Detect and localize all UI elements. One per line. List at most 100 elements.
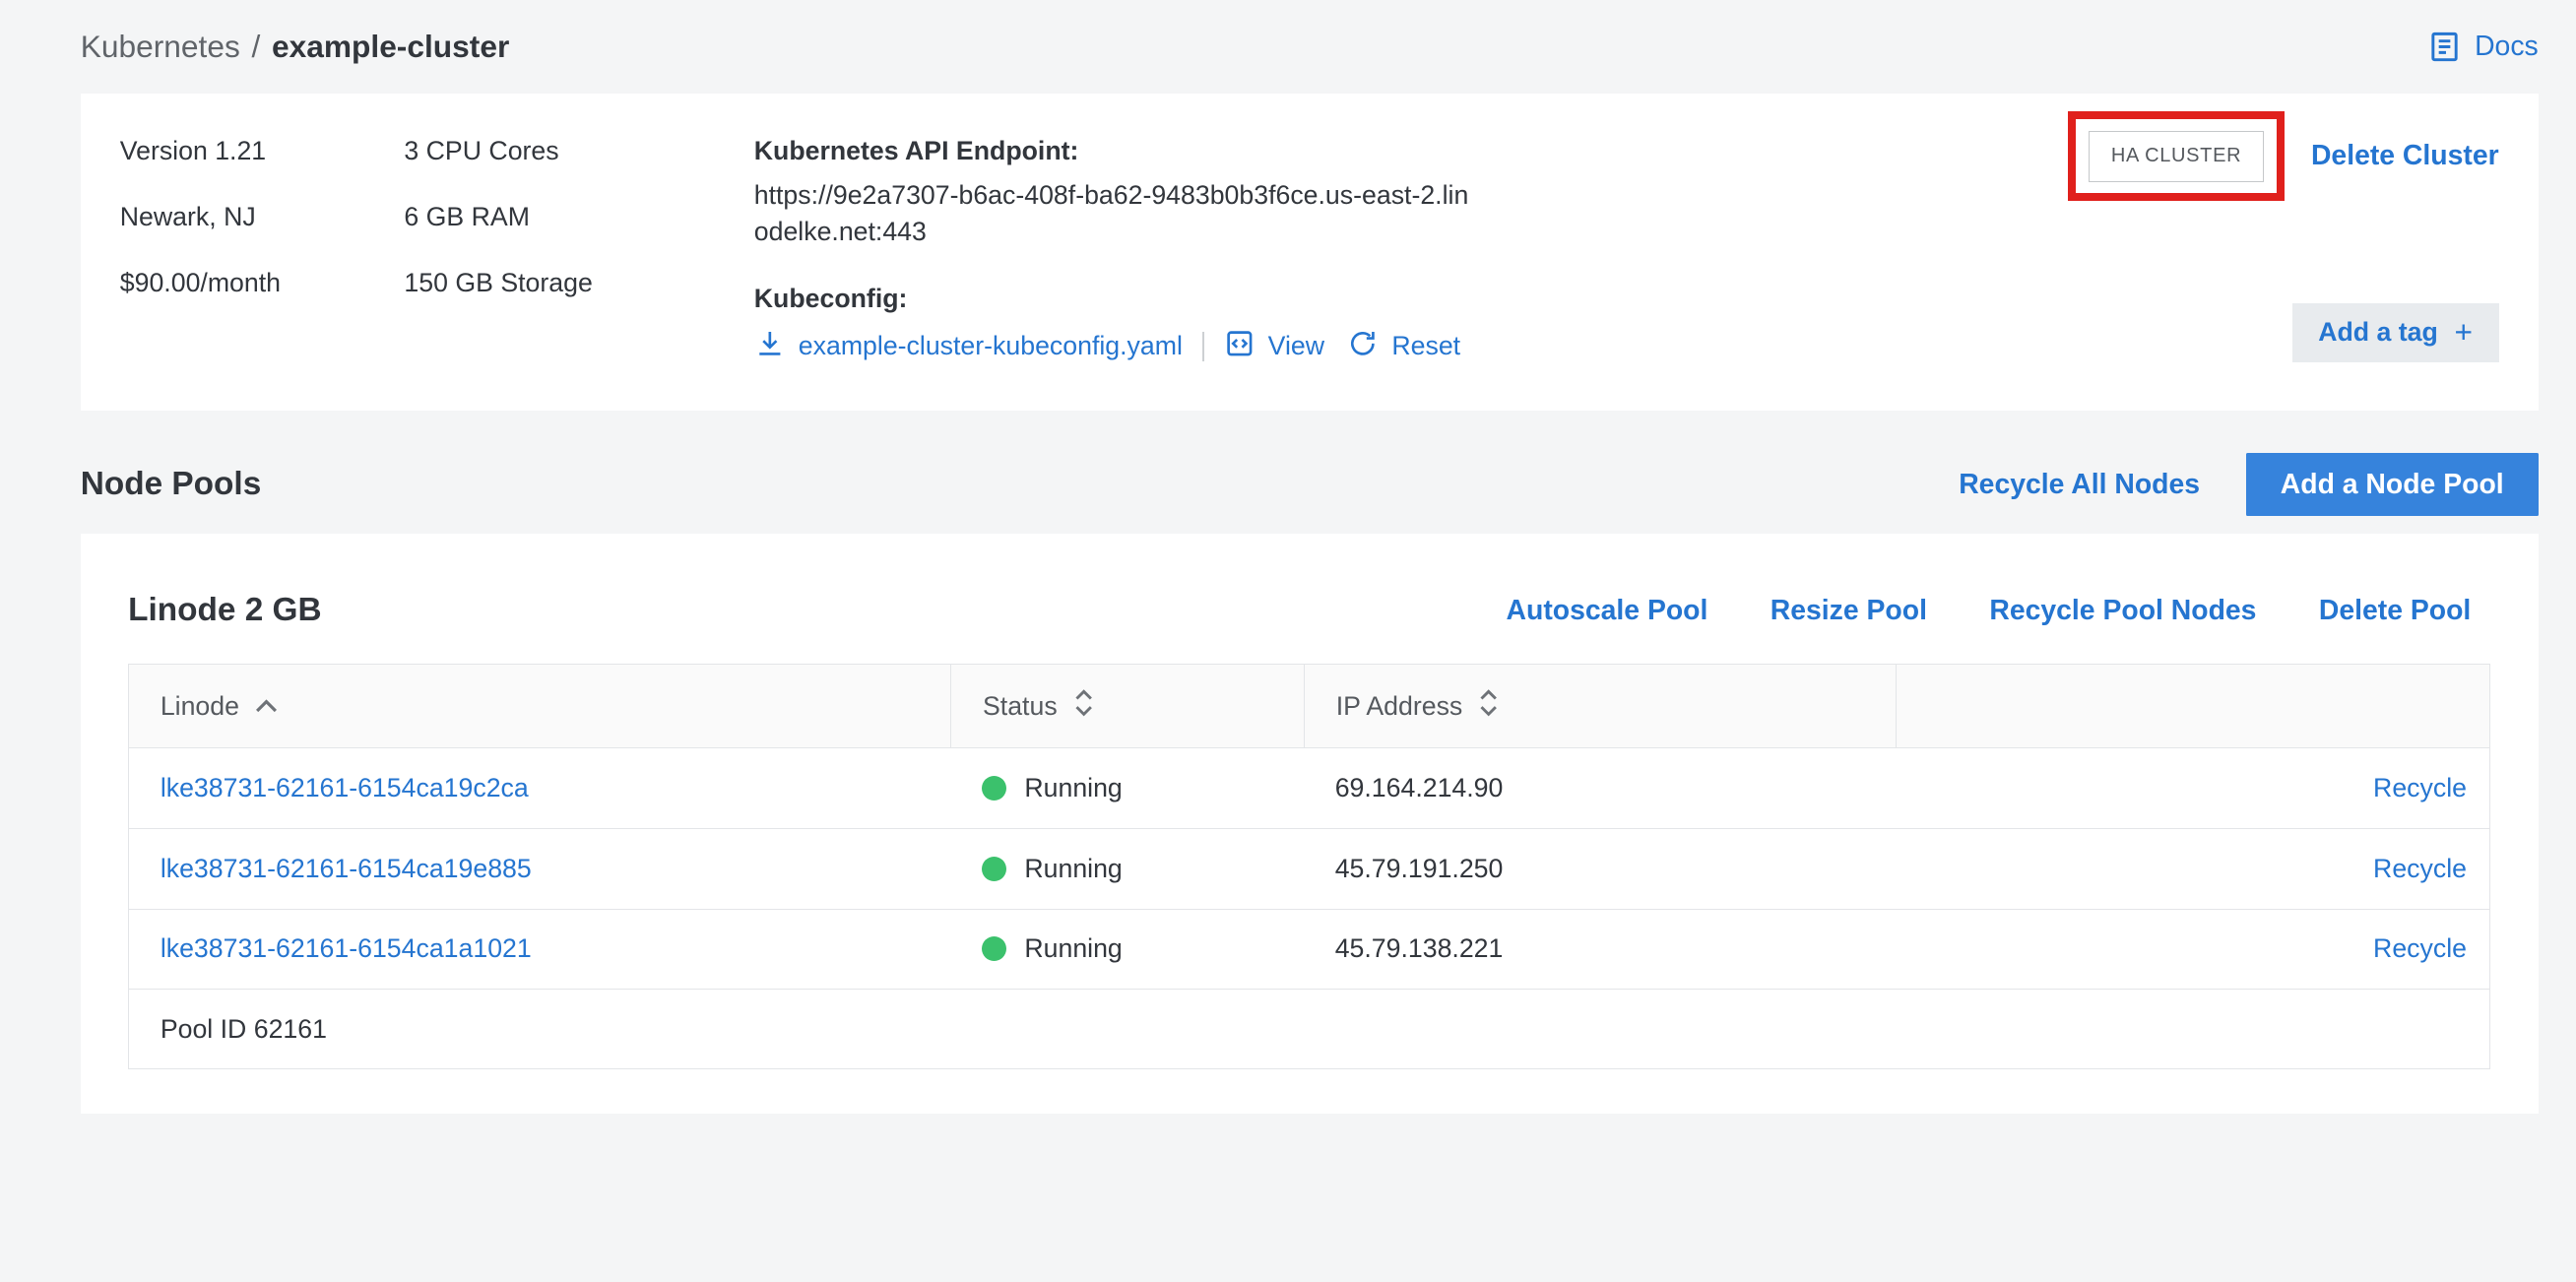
cluster-ram: 6 GB RAM <box>404 199 753 235</box>
recycle-pool-nodes-link[interactable]: Recycle Pool Nodes <box>1989 595 2256 627</box>
kubeconfig-filename: example-cluster-kubeconfig.yaml <box>799 331 1183 361</box>
sort-both-icon <box>1072 687 1095 726</box>
tag-actions: Add a tag + <box>2292 303 2499 362</box>
pool-table-body: lke38731-62161-6154ca19c2ca Running 69.1… <box>129 748 2489 990</box>
status-running-dot-icon <box>982 936 1006 961</box>
status-running-dot-icon <box>982 857 1006 881</box>
docs-link[interactable]: Docs <box>2427 30 2539 64</box>
sort-asc-icon <box>254 691 279 722</box>
pool-header: Linode 2 GB Autoscale Pool Resize Pool R… <box>128 588 2490 634</box>
status-label: Running <box>1024 854 1122 884</box>
view-label: View <box>1268 331 1324 361</box>
breadcrumb-section-kubernetes[interactable]: Kubernetes <box>81 29 240 64</box>
kubeconfig-actions: example-cluster-kubeconfig.yaml View <box>754 327 1526 366</box>
status-label: Running <box>1024 773 1122 803</box>
plus-icon: + <box>2454 314 2473 351</box>
breadcrumb-separator: / <box>252 29 261 64</box>
status-cell: Running <box>950 854 1304 884</box>
api-endpoint-url: https://9e2a7307-b6ac-408f-ba62-9483b0b3… <box>754 177 1477 249</box>
node-table-row: lke38731-62161-6154ca19c2ca Running 69.1… <box>129 748 2489 829</box>
ha-cluster-badge: HA CLUSTER <box>2089 131 2264 182</box>
ip-address: 45.79.191.250 <box>1335 854 1504 883</box>
cluster-specs-column-1: Version 1.21 Newark, NJ $90.00/month <box>120 133 405 371</box>
ip-address-cell: 45.79.191.250 <box>1304 854 1896 884</box>
ip-address: 45.79.138.221 <box>1335 933 1504 963</box>
view-kubeconfig-link[interactable]: View <box>1224 328 1324 366</box>
add-tag-label: Add a tag <box>2318 317 2438 348</box>
cluster-version: Version 1.21 <box>120 133 405 169</box>
breadcrumb: Kubernetes / example-cluster <box>81 29 510 65</box>
pool-nodes-table: Linode Status IP Address <box>128 664 2490 1069</box>
pool-action-links: Autoscale Pool Resize Pool Recycle Pool … <box>1507 595 2472 627</box>
cluster-price: $90.00/month <box>120 265 405 301</box>
row-action-cell: Recycle <box>1896 773 2490 803</box>
recycle-node-link[interactable]: Recycle <box>2373 854 2467 883</box>
node-pool-card: Linode 2 GB Autoscale Pool Resize Pool R… <box>81 534 2539 1114</box>
reset-label: Reset <box>1391 331 1460 361</box>
topbar: Kubernetes / example-cluster Docs <box>0 0 2576 94</box>
status-cell: Running <box>950 773 1304 803</box>
node-pools-actions: Recycle All Nodes Add a Node Pool <box>1959 453 2539 515</box>
ip-address-cell: 69.164.214.90 <box>1304 773 1896 803</box>
resize-pool-link[interactable]: Resize Pool <box>1771 595 1927 627</box>
node-pools-section-head: Node Pools Recycle All Nodes Add a Node … <box>81 450 2539 519</box>
node-table-row: lke38731-62161-6154ca19e885 Running 45.7… <box>129 829 2489 910</box>
linode-link[interactable]: lke38731-62161-6154ca19e885 <box>161 854 532 883</box>
cluster-specs-column-2: 3 CPU Cores 6 GB RAM 150 GB Storage <box>404 133 753 371</box>
kubeconfig-download-link[interactable]: example-cluster-kubeconfig.yaml <box>754 328 1183 366</box>
status-cell: Running <box>950 933 1304 964</box>
linode-link[interactable]: lke38731-62161-6154ca1a1021 <box>161 933 532 963</box>
cluster-summary-card: Version 1.21 Newark, NJ $90.00/month 3 C… <box>81 94 2539 411</box>
breadcrumb-cluster-name: example-cluster <box>272 29 509 64</box>
recycle-all-nodes-link[interactable]: Recycle All Nodes <box>1959 469 2200 501</box>
delete-pool-link[interactable]: Delete Pool <box>2319 595 2471 627</box>
column-header-actions <box>1896 665 2490 747</box>
row-action-cell: Recycle <box>1896 854 2490 884</box>
cluster-header-actions: HA CLUSTER Delete Cluster <box>2068 111 2499 201</box>
pool-id-label: Pool ID 62161 <box>161 1014 327 1045</box>
column-header-linode[interactable]: Linode <box>129 665 950 747</box>
column-label-linode: Linode <box>161 691 239 722</box>
column-label-ip-address: IP Address <box>1336 691 1463 722</box>
sort-both-icon <box>1477 687 1500 726</box>
recycle-node-link[interactable]: Recycle <box>2373 933 2467 963</box>
table-header-row: Linode Status IP Address <box>129 665 2489 748</box>
row-action-cell: Recycle <box>1896 933 2490 964</box>
reset-kubeconfig-link[interactable]: Reset <box>1347 328 1460 366</box>
linode-cell: lke38731-62161-6154ca19e885 <box>129 854 950 884</box>
kubeconfig-label: Kubeconfig: <box>754 281 1526 317</box>
column-label-status: Status <box>983 691 1058 722</box>
linode-cell: lke38731-62161-6154ca1a1021 <box>129 933 950 964</box>
column-header-ip-address[interactable]: IP Address <box>1304 665 1896 747</box>
download-icon <box>754 328 786 366</box>
linode-cell: lke38731-62161-6154ca19c2ca <box>129 773 950 803</box>
api-endpoint-label: Kubernetes API Endpoint: <box>754 133 1526 169</box>
node-pools-title: Node Pools <box>81 466 262 503</box>
cluster-storage: 150 GB Storage <box>404 265 753 301</box>
docs-label: Docs <box>2475 31 2539 63</box>
divider <box>1202 332 1204 361</box>
status-label: Running <box>1024 933 1122 964</box>
add-tag-button[interactable]: Add a tag + <box>2292 303 2499 362</box>
cluster-cpu: 3 CPU Cores <box>404 133 753 169</box>
node-table-row: lke38731-62161-6154ca1a1021 Running 45.7… <box>129 910 2489 991</box>
kubernetes-cluster-page: Kubernetes / example-cluster Docs Version … <box>0 0 2576 1281</box>
docs-icon <box>2427 30 2462 64</box>
status-running-dot-icon <box>982 776 1006 801</box>
reset-icon <box>1347 328 1379 366</box>
ip-address-cell: 45.79.138.221 <box>1304 933 1896 964</box>
column-header-status[interactable]: Status <box>950 665 1304 747</box>
ip-address: 69.164.214.90 <box>1335 773 1504 802</box>
code-file-icon <box>1224 328 1256 366</box>
ha-cluster-highlight-annotation: HA CLUSTER <box>2068 111 2285 201</box>
linode-link[interactable]: lke38731-62161-6154ca19c2ca <box>161 773 529 802</box>
delete-cluster-link[interactable]: Delete Cluster <box>2311 140 2499 172</box>
api-endpoint-block: Kubernetes API Endpoint: https://9e2a730… <box>754 133 1526 371</box>
pool-id-row: Pool ID 62161 <box>129 990 2489 1068</box>
recycle-node-link[interactable]: Recycle <box>2373 773 2467 802</box>
summary-right-actions: HA CLUSTER Delete Cluster Add a tag + <box>2068 133 2499 371</box>
autoscale-pool-link[interactable]: Autoscale Pool <box>1507 595 1708 627</box>
cluster-region: Newark, NJ <box>120 199 405 235</box>
pool-name: Linode 2 GB <box>128 588 321 634</box>
add-node-pool-button[interactable]: Add a Node Pool <box>2246 453 2539 515</box>
